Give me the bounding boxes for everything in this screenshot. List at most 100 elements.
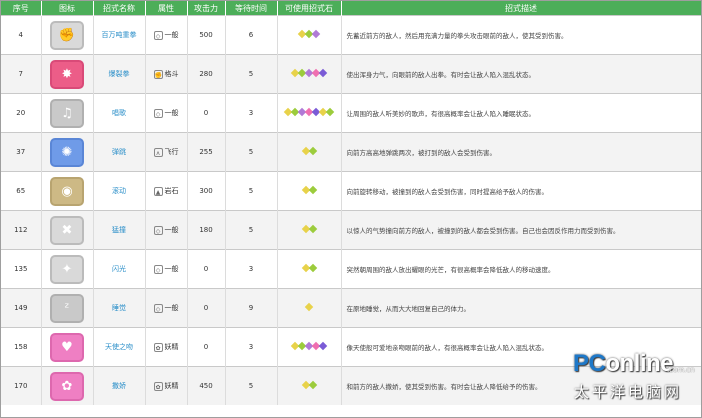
attribute-label: 飞行 [164,148,179,156]
skill-stone-icon [308,224,317,234]
wait-time: 3 [225,93,278,133]
wait-time: 5 [225,210,278,250]
wait-time: 5 [225,366,278,405]
diamond-icon: ◇ [153,264,163,274]
burst-icon: ✸ [50,59,84,89]
skill-name[interactable]: 撒娇 [93,366,146,405]
row-number: 4 [1,15,42,55]
skill-name[interactable]: 滚动 [93,171,146,211]
attribute-label: 一般 [164,304,179,312]
skill-icon-cell: ✖ [41,210,94,250]
column-header: 图标 [41,1,94,16]
skill-name[interactable]: 天使之吻 [93,327,146,367]
diamond-icon: ◇ [153,303,163,313]
attack-power: 180 [187,210,226,250]
skill-icon-cell: ᶻ [41,288,94,328]
attack-power: 0 [187,249,226,289]
row-number: 112 [1,210,42,250]
attribute-label: 一般 [164,109,179,117]
row-number: 20 [1,93,42,133]
skill-attribute: ▲ 岩石 [145,171,188,211]
skill-attribute: ✿ 妖精 [145,327,188,367]
wait-time: 3 [225,327,278,367]
row-number: 65 [1,171,42,211]
column-header: 属性 [145,1,188,16]
skill-stones [277,249,342,289]
column-header: 攻击力 [187,1,226,16]
attack-power: 500 [187,15,226,55]
skill-stones [277,93,342,133]
attack-power: 0 [187,288,226,328]
row-number: 170 [1,366,42,405]
attack-power: 300 [187,171,226,211]
row-number: 37 [1,132,42,172]
wait-time: 5 [225,54,278,94]
attribute-label: 格斗 [164,70,179,78]
skill-name[interactable]: 闪光 [93,249,146,289]
column-header: 招式描述 [341,1,701,16]
attack-power: 0 [187,327,226,367]
skill-icon-cell: ◉ [41,171,94,211]
column-header: 序号 [1,1,42,16]
skill-stones [277,327,342,367]
sleep-icon: ᶻ [50,293,84,323]
fist-icon: ✊ [50,20,84,50]
kiss-icon: ♥ [50,332,84,362]
row-number: 135 [1,249,42,289]
wing-icon: ʌ [153,147,163,157]
skill-stones [277,15,342,55]
skill-stones [277,366,342,405]
attack-power: 450 [187,366,226,405]
header-row: 序号 图标 招式名称 属性 攻击力 等待时间 可使用招式石 招式描述 [1,1,701,16]
table-row: 37 ✺ 弹跳 ʌ 飞行 255 5 向前方高高地弹跳两次，被打到的敌人会受到伤害。 [1,132,701,172]
table-row: 149 ᶻ 睡觉 ◇ 一般 0 9 在原地睡觉，从而大大地回复自己的体力。 [1,288,701,328]
attribute-label: 一般 [164,226,179,234]
skill-name[interactable]: 百万吨重拳 [93,15,146,55]
row-number: 149 [1,288,42,328]
skill-stones [277,54,342,94]
diamond-icon: ◇ [153,225,163,235]
skill-attribute: ◇ 一般 [145,15,188,55]
skill-name[interactable]: 猛撞 [93,210,146,250]
skill-icon-cell: ✿ [41,366,94,405]
skill-icon-cell: ♥ [41,327,94,367]
skill-description: 向前旋转移动，被撞到的敌人会受到伤害，同时提高给予敌人的伤害。 [341,171,701,211]
table-row: 4 ✊ 百万吨重拳 ◇ 一般 500 6 先蓄近前方的敌人，然后用充满力量的拳头攻击眼前的敌人… [1,15,701,55]
wait-time: 9 [225,288,278,328]
table-row: 20 ♫ 唱歌 ◇ 一般 0 3 让周围的敌人听美妙的歌声，有很高概率会让敌人陷入睡眠状态。 [1,93,701,133]
attribute-label: 一般 [164,31,179,39]
skill-name[interactable]: 睡觉 [93,288,146,328]
skill-description: 使出浑身力气，向眼前的敌人出拳。有时会让敌人陷入混乱状态。 [341,54,701,94]
diamond-icon: ◇ [153,108,163,118]
skill-attribute: ʌ 飞行 [145,132,188,172]
cute-icon: ✿ [50,371,84,401]
fairy-icon: ✿ [153,342,163,352]
attack-power: 280 [187,54,226,94]
skill-description: 以惊人的气势撞向前方的敌人，被撞到的敌人都会受到伤害。自己也会因反作用力而受到伤… [341,210,701,250]
skill-stones [277,171,342,211]
flash-icon: ✦ [50,254,84,284]
attack-power: 255 [187,132,226,172]
skill-name[interactable]: 爆裂拳 [93,54,146,94]
row-number: 7 [1,54,42,94]
skill-stones [277,132,342,172]
column-header: 等待时间 [225,1,278,16]
skill-stone-icon [308,263,317,273]
rock-icon: ▲ [153,186,163,196]
column-header: 招式名称 [93,1,146,16]
skill-attribute: ◇ 一般 [145,249,188,289]
wait-time: 6 [225,15,278,55]
fairy-icon: ✿ [153,381,163,391]
skill-description: 在原地睡觉，从而大大地回复自己的体力。 [341,288,701,328]
skill-stones [277,210,342,250]
diamond-icon: ◇ [153,30,163,40]
skill-description: 突然朝周围的敌人放出耀眼的光芒，有很高概率会降低敌人的移动速度。 [341,249,701,289]
skill-stone-icon [308,380,317,390]
skill-icon-cell: ✺ [41,132,94,172]
skill-attribute: ◇ 一般 [145,93,188,133]
attribute-label: 妖精 [164,382,179,390]
column-header: 可使用招式石 [277,1,342,16]
skill-name[interactable]: 弹跳 [93,132,146,172]
skill-name[interactable]: 唱歌 [93,93,146,133]
skill-attribute: ✊ 格斗 [145,54,188,94]
